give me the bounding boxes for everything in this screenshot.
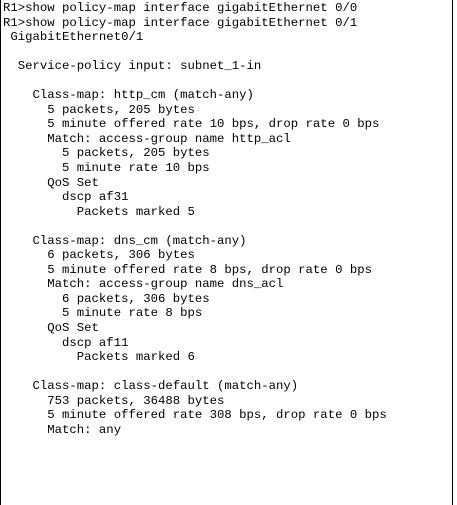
output-line: 6 packets, 306 bytes xyxy=(3,291,210,306)
output-line: 5 packets, 205 bytes xyxy=(3,146,210,161)
output-line: dscp af11 xyxy=(3,335,129,350)
output-line: Match: access-group name dns_acl xyxy=(3,277,284,292)
output-line: dscp af31 xyxy=(3,190,129,205)
output-line: 753 packets, 36488 bytes xyxy=(3,393,225,408)
interface-name: GigabitEthernet0/1 xyxy=(3,30,144,45)
output-line: 5 minute rate 10 bps xyxy=(3,161,210,176)
output-line: QoS Set xyxy=(3,321,99,336)
class-map-header: Class-map: dns_cm (match-any) xyxy=(3,233,247,248)
class-map-header: Class-map: http_cm (match-any) xyxy=(3,88,254,103)
output-line: 6 packets, 306 bytes xyxy=(3,248,195,263)
output-line: Match: access-group name http_acl xyxy=(3,131,291,146)
output-line: 5 minute rate 8 bps xyxy=(3,306,203,321)
terminal-output: R1>show policy-map interface gigabitEthe… xyxy=(1,0,452,437)
terminal-window[interactable]: R1>show policy-map interface gigabitEthe… xyxy=(0,0,453,505)
output-line: Packets marked 5 xyxy=(3,204,195,219)
output-line: 5 minute offered rate 308 bps, drop rate… xyxy=(3,408,387,423)
output-line: 5 minute offered rate 8 bps, drop rate 0… xyxy=(3,262,372,277)
class-map-header: Class-map: class-default (match-any) xyxy=(3,379,299,394)
command-line: R1>show policy-map interface gigabitEthe… xyxy=(3,1,358,15)
output-line: Match: any xyxy=(3,422,122,437)
output-line: QoS Set xyxy=(3,175,99,190)
service-policy-line: Service-policy input: subnet_1-in xyxy=(3,59,262,74)
output-line: 5 packets, 205 bytes xyxy=(3,102,195,117)
command-line: R1>show policy-map interface gigabitEthe… xyxy=(3,15,358,30)
output-line: 5 minute offered rate 10 bps, drop rate … xyxy=(3,117,380,132)
output-line: Packets marked 6 xyxy=(3,350,195,365)
